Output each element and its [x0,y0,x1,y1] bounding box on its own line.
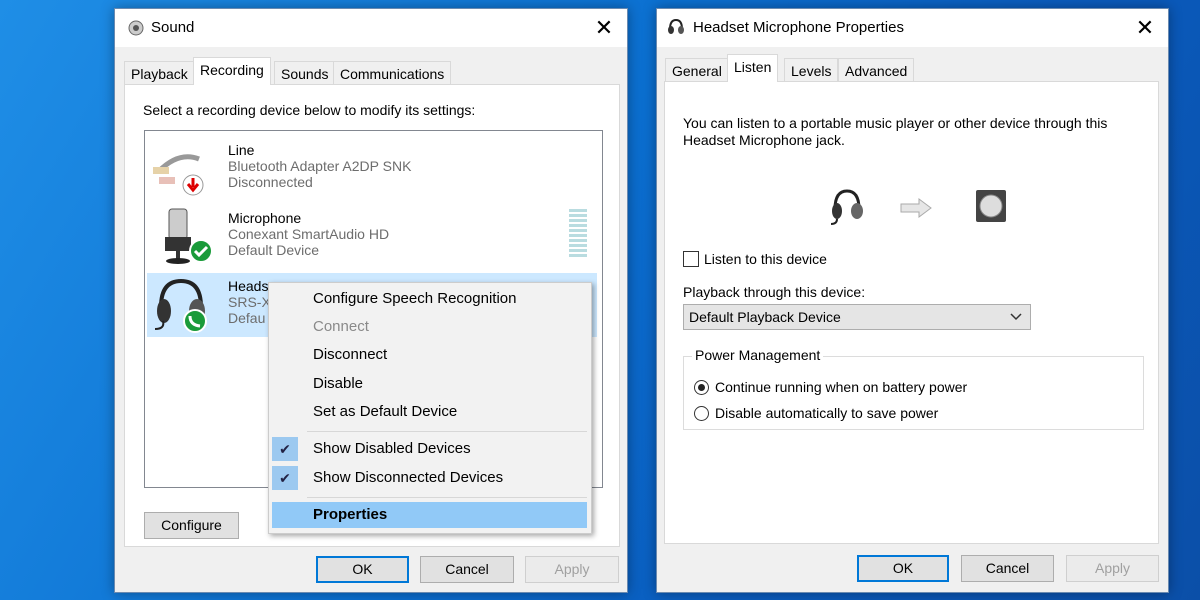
device-status: Disconnected [228,174,411,190]
checkmark-icon: ✔ [272,437,298,461]
listen-checkbox[interactable] [683,251,699,267]
tab-levels[interactable]: Levels [784,58,838,82]
window-title: Sound [151,19,194,36]
menu-item-label: Show Disabled Devices [313,440,471,457]
arrow-right-icon [899,197,933,219]
ok-button[interactable]: OK [316,556,409,583]
menu-item-disconnect[interactable]: Disconnect [269,342,591,368]
tab-general[interactable]: General [665,58,729,82]
device-driver: Conexant SmartAudio HD [228,226,389,242]
title-bar: Sound ✕ [115,9,627,47]
level-meter [569,209,587,259]
tab-advanced[interactable]: Advanced [838,58,914,82]
power-management-group: Power Management Continue running when o… [683,356,1144,430]
tab-listen[interactable]: Listen [727,54,778,82]
radio-label[interactable]: Continue running when on battery power [715,379,967,395]
tab-panel: You can listen to a portable music playe… [664,81,1159,544]
microphone-icon [159,207,215,267]
radio-disable-automatically[interactable] [694,406,709,421]
rca-cable-icon [149,141,207,199]
apply-button[interactable]: Apply [525,556,619,583]
headset-icon [151,275,211,335]
menu-item-properties[interactable]: Properties [272,502,587,528]
context-menu: Configure Speech Recognition Connect Dis… [268,282,592,534]
device-name: Line [228,142,411,158]
tab-playback[interactable]: Playback [124,61,195,85]
menu-item-show-disconnected[interactable]: ✔ Show Disconnected Devices [269,465,591,491]
menu-item-disable[interactable]: Disable [269,371,591,397]
headset-icon [667,18,685,36]
window-title: Headset Microphone Properties [693,19,904,36]
apply-button[interactable]: Apply [1066,555,1159,582]
properties-window: Headset Microphone Properties ✕ General … [656,8,1169,593]
playback-label: Playback through this device: [683,284,865,300]
speaker-icon [973,187,1009,225]
device-name: Microphone [228,210,389,226]
group-label: Power Management [692,347,823,363]
menu-separator [307,497,587,498]
menu-item-label: Show Disconnected Devices [313,469,503,486]
chevron-down-icon [1010,313,1022,321]
description-text: You can listen to a portable music playe… [683,115,1123,149]
menu-item-configure-speech[interactable]: Configure Speech Recognition [269,286,591,312]
ok-button[interactable]: OK [857,555,949,582]
radio-continue-running[interactable] [694,380,709,395]
menu-item-connect[interactable]: Connect [269,314,591,340]
tab-sounds[interactable]: Sounds [274,61,335,85]
device-status: Default Device [228,242,389,258]
speaker-icon [127,19,145,37]
close-button[interactable]: ✕ [589,13,619,43]
headset-icon [829,187,865,227]
cancel-button[interactable]: Cancel [961,555,1054,582]
configure-button[interactable]: Configure [144,512,239,539]
device-driver: Bluetooth Adapter A2DP SNK [228,158,411,174]
radio-label[interactable]: Disable automatically to save power [715,405,938,421]
playback-device-select[interactable]: Default Playback Device [683,304,1031,330]
tab-communications[interactable]: Communications [333,61,451,85]
listen-checkbox-label[interactable]: Listen to this device [704,251,827,267]
device-item-microphone[interactable]: Microphone Conexant SmartAudio HD Defaul… [145,205,602,269]
tab-recording[interactable]: Recording [193,57,271,85]
instruction-text: Select a recording device below to modif… [143,102,475,118]
title-bar: Headset Microphone Properties ✕ [657,9,1168,47]
menu-separator [307,431,587,432]
device-item-line[interactable]: Line Bluetooth Adapter A2DP SNK Disconne… [145,137,602,201]
menu-item-show-disabled[interactable]: ✔ Show Disabled Devices [269,436,591,462]
close-button[interactable]: ✕ [1130,13,1160,43]
menu-item-set-default[interactable]: Set as Default Device [269,399,591,425]
playback-device-value: Default Playback Device [689,309,841,325]
cancel-button[interactable]: Cancel [420,556,514,583]
checkmark-icon: ✔ [272,466,298,490]
